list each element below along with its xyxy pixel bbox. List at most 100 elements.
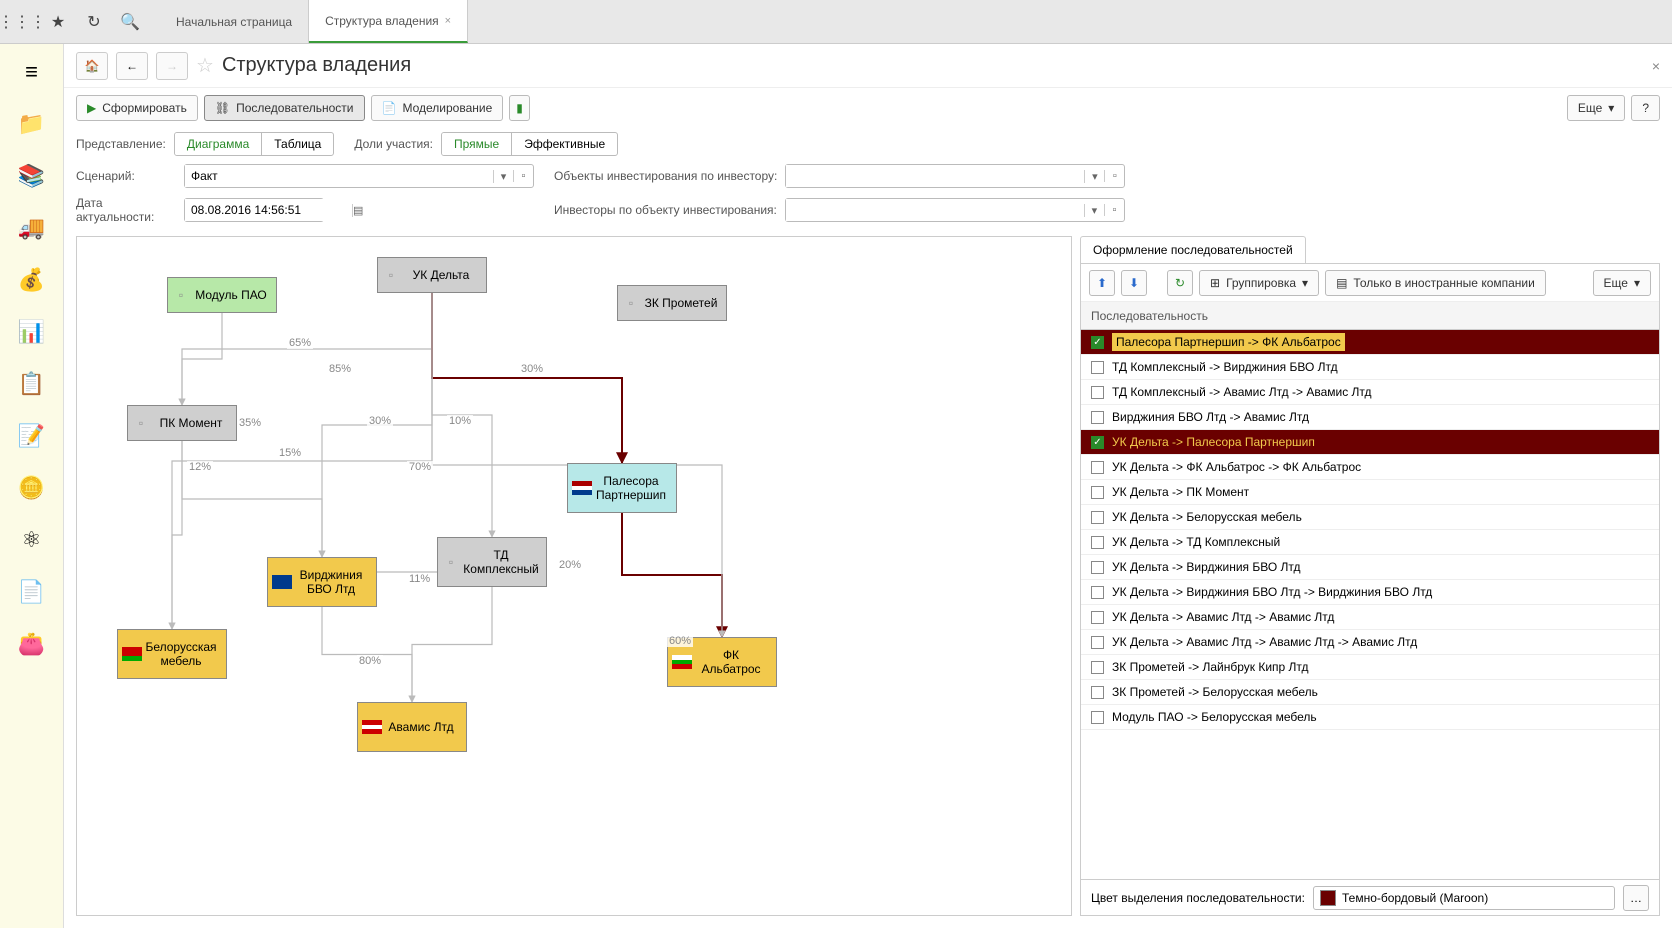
history-icon[interactable]: ↻ <box>80 8 108 36</box>
star-icon[interactable]: ★ <box>44 8 72 36</box>
diagram-panel[interactable]: ▫Модуль ПАО ▫УК Дельта ▫ЗК Прометей ▫ПК Мом… <box>76 236 1072 916</box>
modeling-button[interactable]: 📄Моделирование <box>371 95 504 121</box>
checkbox[interactable] <box>1091 611 1104 624</box>
close-page-icon[interactable]: × <box>1652 58 1660 74</box>
sequence-row[interactable]: УК Дельта -> Авамис Лтд -> Авамис Лтд ->… <box>1081 630 1659 655</box>
sequences-button[interactable]: ⛓Последовательности <box>204 95 365 121</box>
sequence-row[interactable]: ЗК Прометей -> Лайнбрук Кипр Лтд <box>1081 655 1659 680</box>
checkbox[interactable] <box>1091 686 1104 699</box>
shares-effective[interactable]: Эффективные <box>512 133 617 155</box>
more-button[interactable]: Еще ▾ <box>1567 95 1625 121</box>
sequence-row[interactable]: УК Дельта -> ПК Момент <box>1081 480 1659 505</box>
diagram-node[interactable]: ▫ТД Комплексный <box>437 537 547 587</box>
home-button[interactable]: 🏠 <box>76 52 108 80</box>
view-diagram[interactable]: Диаграмма <box>175 133 262 155</box>
panel-more-button[interactable]: Еще ▾ <box>1593 270 1651 296</box>
date-field[interactable] <box>185 199 352 221</box>
help-button[interactable]: ? <box>1631 95 1660 121</box>
diagram-node[interactable]: ▫ПК Момент <box>127 405 237 441</box>
close-icon[interactable]: × <box>445 15 451 27</box>
sequence-row[interactable]: Модуль ПАО -> Белорусская мебель <box>1081 705 1659 730</box>
diagram-node[interactable]: Белорусская мебель <box>117 629 227 679</box>
diagram-node[interactable]: ▫ЗК Прометей <box>617 285 727 321</box>
form-button[interactable]: ▶Сформировать <box>76 95 198 121</box>
checkbox[interactable] <box>1091 636 1104 649</box>
sequence-row[interactable]: УК Дельта -> Вирджиния БВО Лтд -> Вирджи… <box>1081 580 1659 605</box>
checkbox[interactable] <box>1091 661 1104 674</box>
sequence-row[interactable]: ЗК Прометей -> Белорусская мебель <box>1081 680 1659 705</box>
sequence-row[interactable]: УК Дельта -> ТД Комплексный <box>1081 530 1659 555</box>
clipboard-icon[interactable]: 📋 <box>12 364 52 404</box>
checkbox[interactable] <box>1091 361 1104 374</box>
chevron-down-icon[interactable]: ▾ <box>1084 170 1104 183</box>
chevron-down-icon[interactable]: ▾ <box>493 170 513 183</box>
sequence-row[interactable]: ✓Палесора Партнершип -> ФК Альбатрос <box>1081 330 1659 355</box>
sequence-row[interactable]: ТД Комплексный -> Вирджиния БВО Лтд <box>1081 355 1659 380</box>
inv-obj-input[interactable]: ▾ ▫ <box>785 164 1125 188</box>
checkbox[interactable] <box>1091 511 1104 524</box>
investors-field[interactable] <box>786 199 1084 221</box>
sequence-row[interactable]: Вирджиния БВО Лтд -> Авамис Лтд <box>1081 405 1659 430</box>
coins-icon[interactable]: 🪙 <box>12 468 52 508</box>
sequence-row[interactable]: ✓УК Дельта -> Палесора Партнершип <box>1081 430 1659 455</box>
search-icon[interactable]: 🔍 <box>116 8 144 36</box>
folder-icon[interactable]: 📁 <box>12 104 52 144</box>
menu-icon[interactable]: ≡ <box>12 52 52 92</box>
checkbox[interactable] <box>1091 711 1104 724</box>
diagram-node[interactable]: ▫Модуль ПАО <box>167 277 277 313</box>
export-button[interactable]: ▮ <box>509 95 530 121</box>
move-down-button[interactable]: ⬇ <box>1121 270 1147 296</box>
tab-structure[interactable]: Структура владения× <box>309 0 468 43</box>
diagram-node[interactable]: Вирджиния БВО Лтд <box>267 557 377 607</box>
checkbox[interactable] <box>1091 586 1104 599</box>
checkbox[interactable] <box>1091 536 1104 549</box>
color-input[interactable]: Темно-бордовый (Maroon) <box>1313 886 1615 910</box>
expand-icon[interactable]: ▫ <box>513 170 533 182</box>
books-icon[interactable]: 📚 <box>12 156 52 196</box>
back-button[interactable]: ← <box>116 52 148 80</box>
scenario-input[interactable]: ▾ ▫ <box>184 164 534 188</box>
move-up-button[interactable]: ⬆ <box>1089 270 1115 296</box>
favorite-icon[interactable]: ☆ <box>196 53 214 78</box>
shares-direct[interactable]: Прямые <box>442 133 512 155</box>
scenario-field[interactable] <box>185 165 493 187</box>
checkbox[interactable] <box>1091 486 1104 499</box>
sequence-row[interactable]: УК Дельта -> Белорусская мебель <box>1081 505 1659 530</box>
truck-icon[interactable]: 🚚 <box>12 208 52 248</box>
checkbox[interactable] <box>1091 461 1104 474</box>
checkbox[interactable] <box>1091 411 1104 424</box>
atom-icon[interactable]: ⚛ <box>12 520 52 560</box>
chart-icon[interactable]: 📊 <box>12 312 52 352</box>
chevron-down-icon[interactable]: ▾ <box>1084 204 1104 217</box>
color-picker-button[interactable]: … <box>1623 885 1649 911</box>
forward-button[interactable]: → <box>156 52 188 80</box>
date-input[interactable]: ▤ <box>184 198 324 222</box>
cash-icon[interactable]: 💰 <box>12 260 52 300</box>
checkbox[interactable]: ✓ <box>1091 336 1104 349</box>
view-table[interactable]: Таблица <box>262 133 333 155</box>
note-icon[interactable]: 📝 <box>12 416 52 456</box>
checkbox[interactable] <box>1091 561 1104 574</box>
calendar-icon[interactable]: ▤ <box>352 204 363 217</box>
wallet-icon[interactable]: 👛 <box>12 624 52 664</box>
sequence-row[interactable]: УК Дельта -> Авамис Лтд -> Авамис Лтд <box>1081 605 1659 630</box>
checkbox[interactable]: ✓ <box>1091 436 1104 449</box>
docs-icon[interactable]: 📄 <box>12 572 52 612</box>
investors-input[interactable]: ▾ ▫ <box>785 198 1125 222</box>
diagram-node[interactable]: Авамис Лтд <box>357 702 467 752</box>
sequence-row[interactable]: УК Дельта -> ФК Альбатрос -> ФК Альбатро… <box>1081 455 1659 480</box>
grouping-button[interactable]: ⊞Группировка ▾ <box>1199 270 1319 296</box>
refresh-button[interactable]: ↻ <box>1167 270 1193 296</box>
apps-icon[interactable]: ⋮⋮⋮ <box>8 8 36 36</box>
expand-icon[interactable]: ▫ <box>1104 204 1124 216</box>
sequence-row[interactable]: ТД Комплексный -> Авамис Лтд -> Авамис Л… <box>1081 380 1659 405</box>
checkbox[interactable] <box>1091 386 1104 399</box>
inv-obj-field[interactable] <box>786 165 1084 187</box>
diagram-node[interactable]: ▫УК Дельта <box>377 257 487 293</box>
panel-tab[interactable]: Оформление последовательностей <box>1080 236 1306 263</box>
tab-home[interactable]: Начальная страница <box>160 0 309 43</box>
diagram-node[interactable]: Палесора Партнершип <box>567 463 677 513</box>
foreign-only-button[interactable]: ▤Только в иностранные компании <box>1325 270 1546 296</box>
expand-icon[interactable]: ▫ <box>1104 170 1124 182</box>
sequence-row[interactable]: УК Дельта -> Вирджиния БВО Лтд <box>1081 555 1659 580</box>
